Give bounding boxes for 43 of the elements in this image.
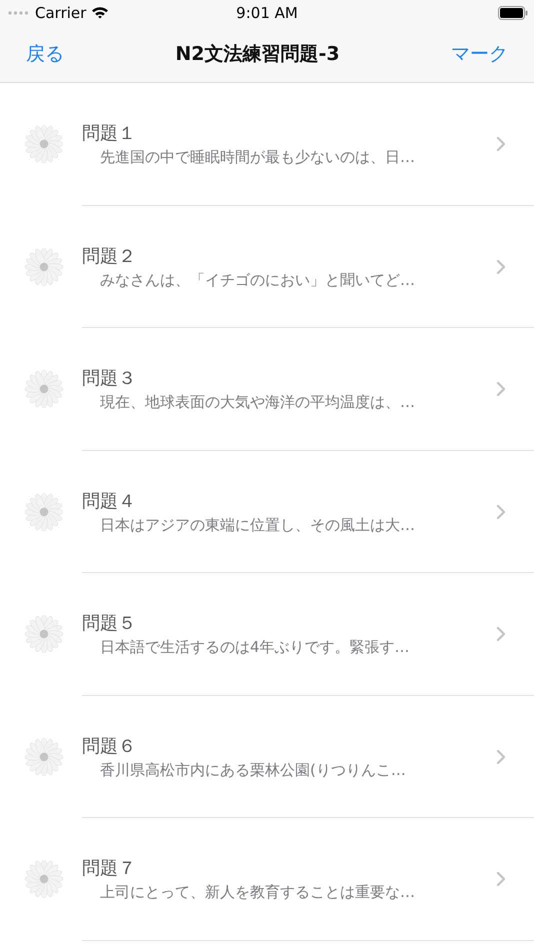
battery-icon [498,6,528,20]
item-title: 問題６ [82,734,137,758]
chevron-icon [496,626,506,642]
list-item[interactable]: 問題３ 現在、地球表面の大気や海洋の平均温度は、… [0,328,534,450]
item-preview: 香川県高松市内にある栗林公園(りつりんこ… [99,760,407,780]
flower-icon [25,125,63,164]
item-title: 問題３ [82,367,137,390]
item-title: 問題５ [82,612,137,636]
carrier-name: Carrier [35,4,86,22]
list-item[interactable]: 問題２ みなさんは、「イチゴのにおい」と聞いてど… [0,206,534,328]
item-preview: 日本語で生活するのは4年ぶりです。緊張す… [99,638,411,658]
list-item[interactable]: 問題１ 先進国の中で睡眠時間が最も少ないのは、日… [0,83,534,206]
list-item[interactable]: 問題６ 香川県高松市内にある栗林公園(りつりんこ… [0,696,534,818]
item-preview: 先進国の中で睡眠時間が最も少ないのは、日… [99,148,416,168]
chevron-icon [496,258,506,275]
list-item[interactable]: 問題４ 日本はアジアの東端に位置し、その風土は大… [0,450,534,573]
signal-icon [8,10,30,14]
item-title: 問題１ [82,122,137,146]
item-title: 問題７ [82,857,137,880]
chevron-icon [496,504,506,520]
back-button[interactable]: 戻る [26,40,64,66]
flower-icon [25,860,63,898]
flower-icon [25,370,63,408]
flower-icon [25,492,63,531]
flower-icon [25,615,63,654]
mark-button[interactable]: マーク [450,40,508,66]
item-preview: 日本はアジアの東端に位置し、その風土は大… [99,516,416,535]
status-time: 9:01 AM [236,4,298,22]
item-preview: 上司にとって、新人を教育することは重要な… [99,883,416,902]
chevron-icon [496,136,506,152]
item-title: 問題４ [82,490,137,513]
chevron-icon [496,871,506,888]
flower-icon [25,248,63,286]
chevron-icon [496,381,506,398]
list-item[interactable]: 問題５ 日本語で生活するのは4年ぶりです。緊張す… [0,573,534,696]
item-preview: みなさんは、「イチゴのにおい」と聞いてど… [99,270,416,290]
chevron-icon [496,748,506,765]
item-title: 問題２ [82,244,137,268]
wifi-icon [91,6,110,19]
nav-title: N2文法練習問題-3 [175,42,340,66]
flower-icon [25,738,63,776]
list-item[interactable]: 問題７ 上司にとって、新人を教育することは重要な… [0,818,534,940]
item-preview: 現在、地球表面の大気や海洋の平均温度は、… [99,393,416,412]
